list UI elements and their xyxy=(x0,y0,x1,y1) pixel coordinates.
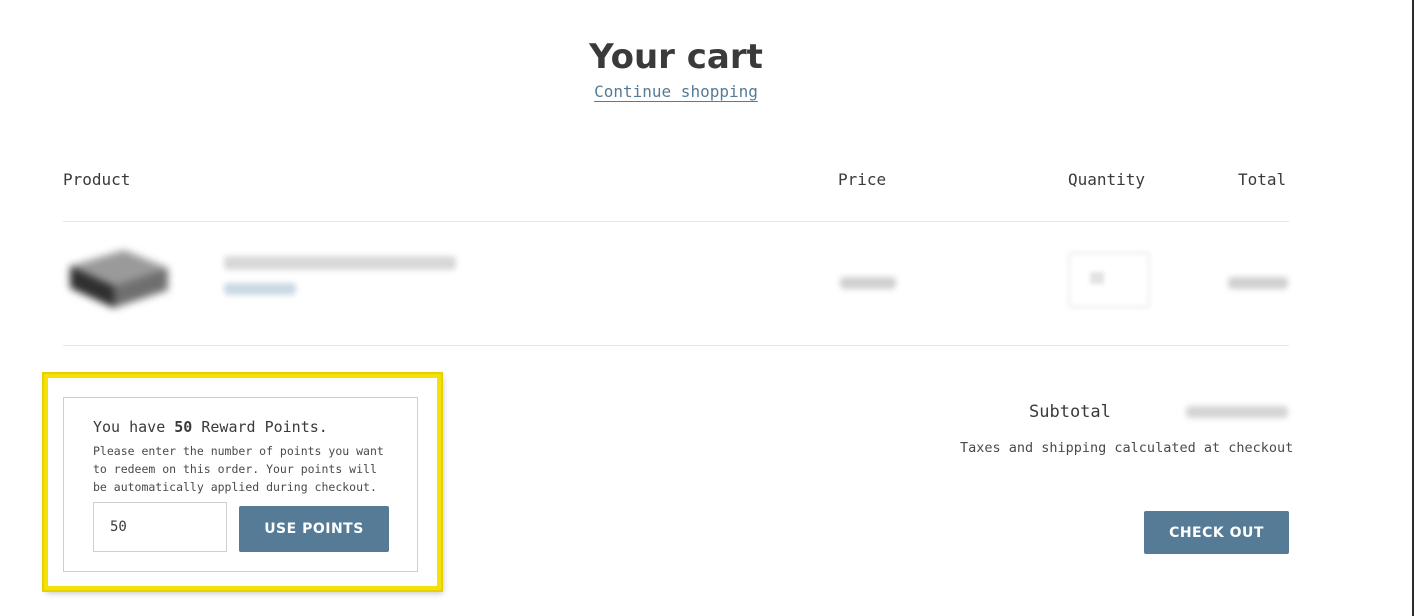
taxes-shipping-note: Taxes and shipping calculated at checkou… xyxy=(960,440,1294,456)
subtotal-label: Subtotal xyxy=(1029,402,1111,422)
table-divider-bottom xyxy=(63,345,1289,346)
page-title: Your cart xyxy=(589,36,763,77)
reward-points-help-text: Please enter the number of points you wa… xyxy=(93,444,384,494)
remove-link-redacted[interactable] xyxy=(224,283,296,295)
quantity-input-redacted[interactable] xyxy=(1068,252,1150,308)
item-total-redacted xyxy=(1228,277,1288,289)
use-points-button[interactable]: USE POINTS xyxy=(239,506,389,552)
column-header-total: Total xyxy=(1238,170,1287,189)
column-header-price: Price xyxy=(838,170,887,189)
reward-points-prefix: You have xyxy=(93,418,175,436)
points-amount-input[interactable] xyxy=(93,502,227,552)
continue-shopping-link[interactable]: Continue shopping xyxy=(594,82,758,101)
checkout-button[interactable]: CHECK OUT xyxy=(1144,511,1289,554)
reward-points-suffix: Reward Points. xyxy=(192,418,328,436)
product-name-redacted[interactable] xyxy=(224,256,456,270)
product-thumbnail[interactable] xyxy=(64,246,170,316)
reward-points-panel: You have 50 Reward Points. Please enter … xyxy=(63,397,418,572)
table-divider-top xyxy=(63,221,1289,222)
reward-points-count: 50 xyxy=(174,418,193,436)
continue-shopping-row: Continue shopping xyxy=(0,82,1352,101)
quantity-value-redacted xyxy=(1090,272,1104,284)
column-header-product: Product xyxy=(63,170,131,189)
column-header-quantity: Quantity xyxy=(1068,170,1146,189)
item-price-redacted xyxy=(840,277,896,289)
reward-points-headline: You have 50 Reward Points. xyxy=(93,418,328,436)
subtotal-value-redacted xyxy=(1186,406,1288,418)
